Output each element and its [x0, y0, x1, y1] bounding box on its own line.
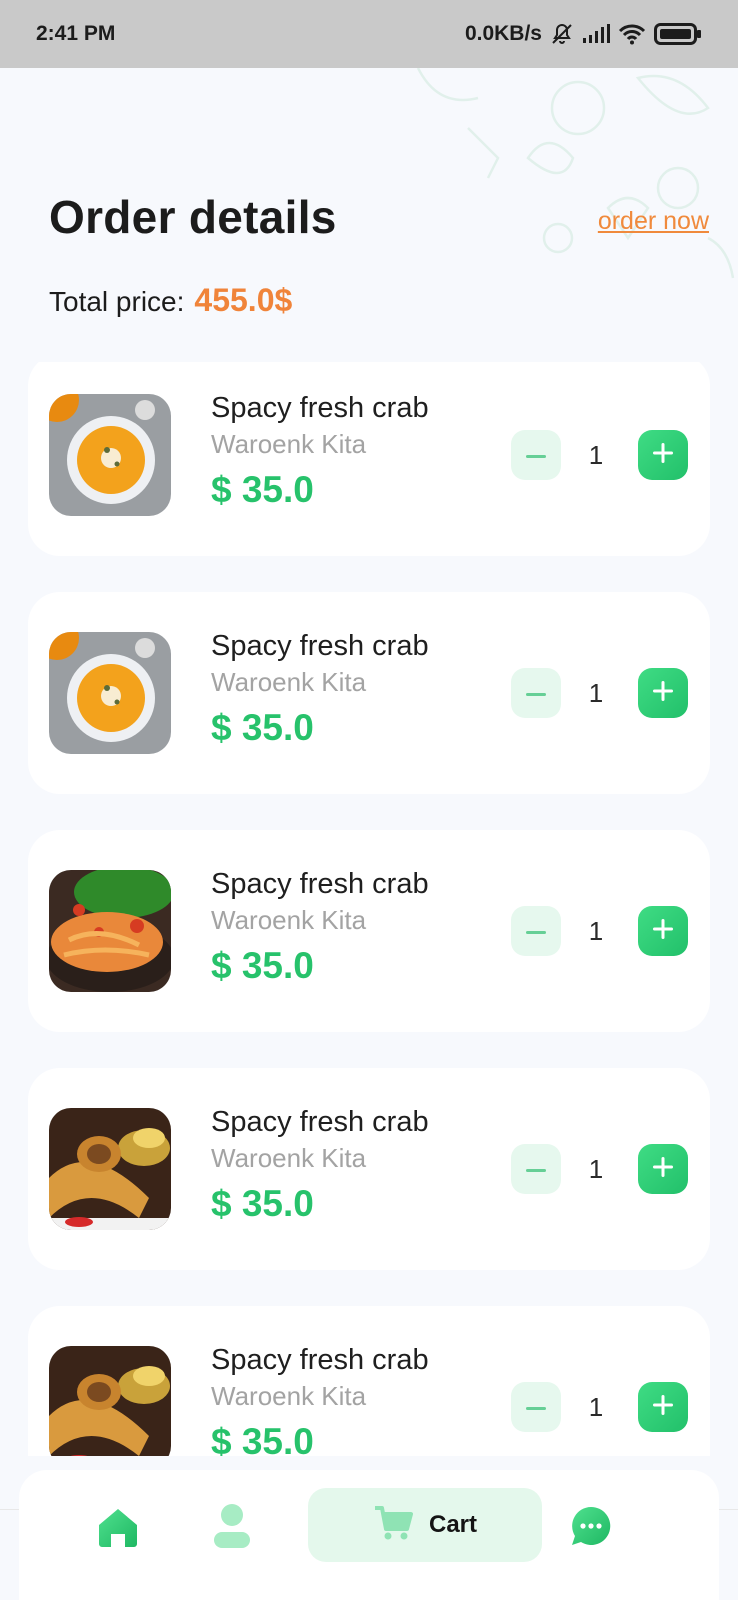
item-quantity: 1	[588, 916, 604, 946]
cart-icon	[373, 1505, 413, 1546]
item-quantity: 1	[588, 1154, 604, 1184]
minus-icon	[526, 922, 546, 940]
plus-icon	[653, 1156, 673, 1182]
network-speed: 0.0KB/s	[464, 22, 542, 45]
status-icons: 0.0KB/s	[465, 22, 702, 46]
food-doodles-background	[416, 68, 735, 279]
profile-icon	[212, 1502, 252, 1555]
increase-quantity-button[interactable]	[638, 1382, 688, 1432]
bottom-nav: Cart	[19, 1470, 719, 1600]
item-quantity: 1	[588, 440, 604, 470]
plus-icon	[653, 918, 673, 944]
pasta-plate-image	[49, 870, 171, 992]
item-name: Spacy fresh crab	[211, 1106, 429, 1138]
status-bar: 2:41 PM 0.0KB/s	[0, 0, 738, 68]
total-price-value: 455.0$	[194, 282, 293, 318]
item-shop: Waroenk Kita	[211, 905, 367, 935]
wifi-icon	[618, 23, 646, 45]
cart-item-card[interactable]: Spacy fresh crab Waroenk Kita $ 35.0 1	[28, 592, 710, 794]
item-shop: Waroenk Kita	[211, 1143, 367, 1173]
battery-icon	[654, 22, 702, 46]
plus-icon	[653, 680, 673, 706]
item-quantity: 1	[588, 1392, 604, 1422]
item-name: Spacy fresh crab	[211, 630, 429, 662]
item-quantity: 1	[588, 678, 604, 708]
minus-icon	[526, 1398, 546, 1416]
increase-quantity-button[interactable]	[638, 906, 688, 956]
signal-icon	[582, 24, 610, 44]
item-price: $ 35.0	[211, 469, 314, 510]
item-shop: Waroenk Kita	[211, 429, 367, 459]
total-price-label: Total price:	[49, 286, 185, 317]
increase-quantity-button[interactable]	[638, 430, 688, 480]
item-shop: Waroenk Kita	[211, 1381, 367, 1411]
order-now-link[interactable]: order now	[598, 207, 709, 236]
cart-item-list[interactable]: Spacy fresh crab Waroenk Kita $ 35.0 1 S…	[28, 362, 710, 1456]
cart-item-card[interactable]: Spacy fresh crab Waroenk Kita $ 35.0 1	[28, 362, 710, 556]
minus-icon	[526, 1160, 546, 1178]
page-title: Order details	[49, 191, 337, 243]
item-name: Spacy fresh crab	[211, 1344, 429, 1376]
header: Order details order now	[49, 190, 709, 244]
decrease-quantity-button[interactable]	[511, 1382, 561, 1432]
minus-icon	[526, 684, 546, 702]
nav-cart-button[interactable]: Cart	[308, 1488, 542, 1562]
increase-quantity-button[interactable]	[638, 1144, 688, 1194]
rolls-plate-image	[49, 1108, 171, 1230]
cart-item-card[interactable]: Spacy fresh crab Waroenk Kita $ 35.0 1	[28, 830, 710, 1032]
home-icon	[97, 1506, 139, 1553]
item-price: $ 35.0	[211, 1183, 314, 1224]
mute-icon	[550, 22, 574, 46]
item-price: $ 35.0	[211, 707, 314, 748]
chat-icon	[569, 1504, 613, 1553]
soup-bowl-image	[49, 394, 171, 516]
nav-cart-label: Cart	[428, 1511, 477, 1538]
item-name: Spacy fresh crab	[211, 392, 429, 424]
item-name: Spacy fresh crab	[211, 868, 429, 900]
plus-icon	[653, 1394, 673, 1420]
item-price: $ 35.0	[211, 1421, 314, 1456]
rolls-plate-image	[49, 1346, 171, 1456]
nav-chat-button[interactable]	[569, 1506, 613, 1550]
decrease-quantity-button[interactable]	[511, 906, 561, 956]
cart-item-card[interactable]: Spacy fresh crab Waroenk Kita $ 35.0 1	[28, 1068, 710, 1270]
status-time: 2:41 PM	[36, 22, 116, 45]
plus-icon	[653, 442, 673, 468]
nav-profile-button[interactable]	[212, 1502, 252, 1555]
minus-icon	[526, 446, 546, 464]
item-shop: Waroenk Kita	[211, 667, 367, 697]
decrease-quantity-button[interactable]	[511, 668, 561, 718]
soup-bowl-image	[49, 632, 171, 754]
cart-item-card[interactable]: Spacy fresh crab Waroenk Kita $ 35.0 1	[28, 1306, 710, 1456]
nav-home-button[interactable]	[97, 1508, 139, 1550]
item-price: $ 35.0	[211, 945, 314, 986]
total-price-row: Total price: 455.0$	[49, 282, 292, 319]
increase-quantity-button[interactable]	[638, 668, 688, 718]
decrease-quantity-button[interactable]	[511, 1144, 561, 1194]
decrease-quantity-button[interactable]	[511, 430, 561, 480]
